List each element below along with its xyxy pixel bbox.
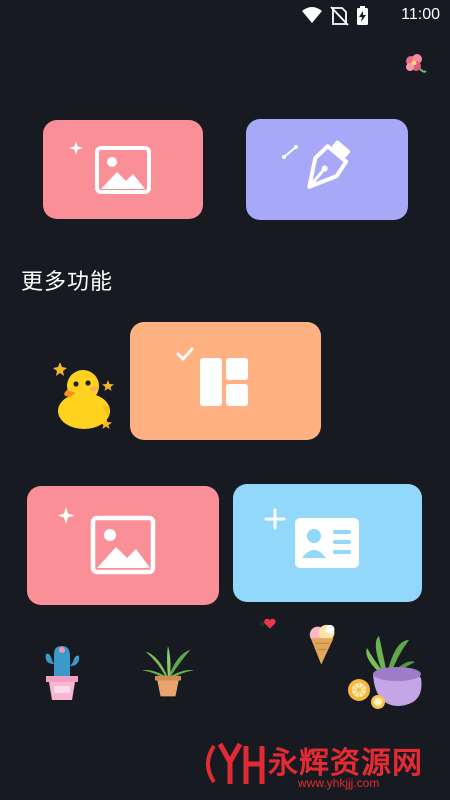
- layout-card[interactable]: [130, 322, 321, 440]
- cactus-pot: [45, 646, 80, 700]
- plant-bowl-oranges: [348, 636, 422, 709]
- image-edit-card[interactable]: [43, 120, 203, 219]
- ice-cream-cone: [309, 624, 335, 665]
- status-time: 11:00: [401, 6, 440, 23]
- id-photo-card[interactable]: [233, 484, 422, 602]
- wifi-icon: [302, 7, 322, 23]
- duck-sticker: [53, 362, 114, 429]
- layout-check-icon: [176, 347, 248, 406]
- battery-charging-icon: [357, 6, 368, 25]
- image-edit-card-2[interactable]: [27, 486, 219, 605]
- heart-icon: [260, 618, 276, 629]
- plant-pot: [141, 646, 195, 697]
- image-sparkle-icon: [57, 507, 156, 575]
- flower-icon[interactable]: [402, 51, 428, 77]
- pen-tool-icon: [282, 140, 351, 189]
- section-title-more-features: 更多功能: [21, 270, 114, 295]
- status-icons-group: [302, 6, 368, 26]
- id-card-plus-icon: [264, 508, 359, 568]
- pen-tool-card[interactable]: [246, 119, 408, 220]
- watermark-url: www.yhkjjj.com: [298, 776, 380, 790]
- no-sim-icon: [330, 6, 349, 26]
- image-sparkle-icon: [69, 141, 151, 194]
- watermark-logo: [206, 742, 265, 784]
- status-bar: 11:00: [0, 0, 450, 32]
